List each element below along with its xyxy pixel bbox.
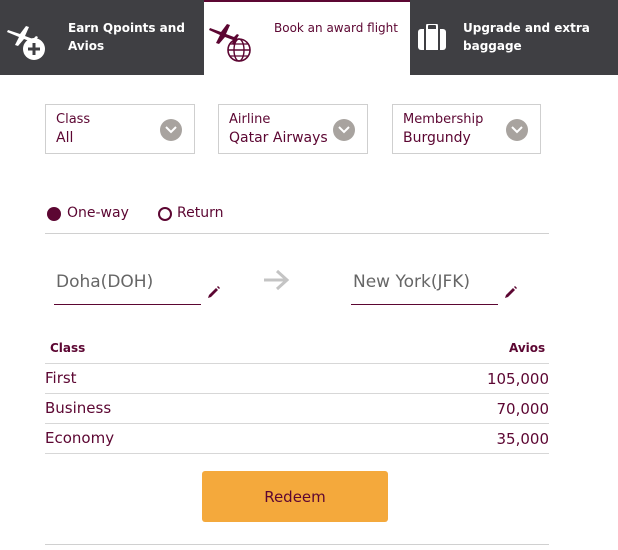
plane-plus-icon bbox=[6, 20, 48, 66]
airline-select[interactable]: Airline Qatar Airways bbox=[218, 104, 368, 154]
table-cell-class: Economy bbox=[45, 429, 115, 447]
radio-return-label: Return bbox=[177, 205, 224, 221]
class-select-label: Class bbox=[56, 112, 91, 127]
edit-origin-pencil-icon[interactable] bbox=[207, 284, 221, 303]
destination-field[interactable]: New York(JFK) bbox=[351, 266, 498, 305]
plane-globe-icon bbox=[208, 18, 256, 70]
tab-upgrade-label-line2: baggage bbox=[463, 39, 522, 53]
suitcase-icon bbox=[418, 23, 446, 54]
table-header-class: Class bbox=[50, 341, 86, 355]
class-select-value: All bbox=[56, 130, 74, 146]
table-cell-class: First bbox=[45, 369, 77, 387]
radio-selected-icon bbox=[47, 207, 61, 221]
airline-select-value: Qatar Airways bbox=[229, 130, 328, 146]
table-divider bbox=[45, 423, 549, 424]
radio-one-way[interactable]: One-way bbox=[46, 204, 136, 224]
membership-select-value: Burgundy bbox=[403, 130, 471, 146]
chevron-down-icon bbox=[506, 119, 528, 141]
tab-upgrade-label-line1: Upgrade and extra bbox=[463, 21, 590, 35]
origin-field[interactable]: Doha(DOH) bbox=[54, 266, 201, 305]
table-cell-avios: 105,000 bbox=[486, 370, 549, 388]
table-divider bbox=[45, 453, 549, 454]
destination-value: New York(JFK) bbox=[353, 272, 471, 292]
tab-upgrade-baggage[interactable]: Upgrade and extra baggage bbox=[410, 0, 618, 75]
divider bbox=[45, 544, 549, 545]
redeem-button[interactable]: Redeem bbox=[202, 471, 388, 522]
table-cell-avios: 35,000 bbox=[496, 430, 550, 448]
tab-book-award-flight[interactable]: Book an award flight bbox=[204, 0, 410, 75]
radio-return[interactable]: Return bbox=[157, 204, 237, 224]
origin-value: Doha(DOH) bbox=[56, 272, 154, 292]
table-divider bbox=[45, 363, 549, 364]
tab-bar: Earn Qpoints and Avios Book an award fli… bbox=[0, 0, 618, 75]
table-cell-avios: 70,000 bbox=[496, 400, 550, 418]
table-cell-class: Business bbox=[45, 399, 112, 417]
tab-earn-label-line2: Avios bbox=[68, 39, 105, 53]
table-header-avios: Avios bbox=[509, 341, 546, 355]
edit-destination-pencil-icon[interactable] bbox=[504, 284, 518, 303]
tab-book-label: Book an award flight bbox=[274, 21, 398, 35]
table-divider bbox=[45, 393, 549, 394]
arrow-right-icon bbox=[262, 269, 290, 295]
tab-earn-qpoints[interactable]: Earn Qpoints and Avios bbox=[0, 0, 204, 75]
membership-select-label: Membership bbox=[403, 112, 484, 127]
tab-earn-label-line1: Earn Qpoints and bbox=[68, 21, 185, 35]
divider bbox=[45, 233, 549, 234]
radio-unselected-icon bbox=[158, 207, 172, 221]
chevron-down-icon bbox=[160, 119, 182, 141]
chevron-down-icon bbox=[333, 119, 355, 141]
airline-select-label: Airline bbox=[229, 112, 271, 127]
radio-one-way-label: One-way bbox=[67, 205, 129, 221]
class-select[interactable]: Class All bbox=[45, 104, 195, 154]
membership-select[interactable]: Membership Burgundy bbox=[392, 104, 541, 154]
